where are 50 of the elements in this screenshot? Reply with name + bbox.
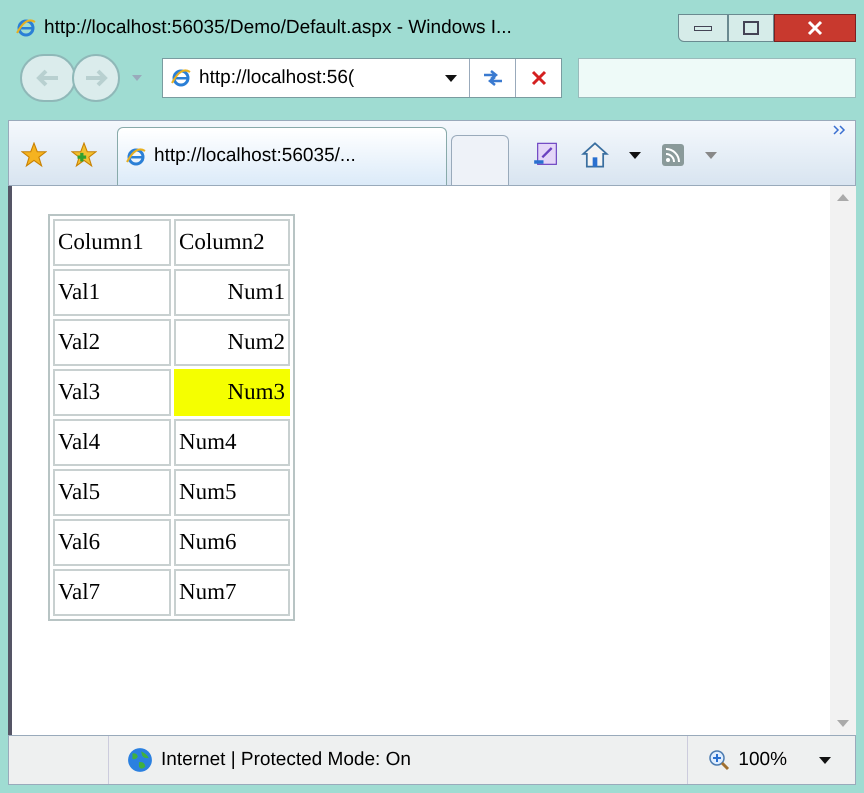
table-cell: Num5 [174,469,290,516]
dropdown-caret-icon[interactable] [629,152,641,158]
address-text: http://localhost:56( [199,66,354,90]
browser-logo-icon [126,146,146,166]
address-field[interactable]: http://localhost:56( [162,58,562,98]
refresh-arrows-icon [482,69,504,87]
table-cell: Val5 [53,469,171,516]
table-cell: Val3 [53,369,171,416]
forward-button[interactable] [72,54,120,102]
table-cell: Num2 [174,319,290,366]
browser-tab[interactable]: http://localhost:56035/... [117,127,447,185]
table-cell: Num3 [174,369,290,416]
forward-arrow-icon [84,68,108,88]
table-cell: Val4 [53,419,171,466]
column-header: Column2 [174,219,290,266]
dropdown-caret-icon[interactable] [445,74,457,82]
rss-feed-icon[interactable] [661,143,685,167]
table-cell: Num4 [174,419,290,466]
table-cell: Val2 [53,319,171,366]
table-cell: Num1 [174,269,290,316]
security-zone-text: Internet | Protected Mode: On [161,748,411,772]
table-cell: Val1 [53,269,171,316]
globe-icon [127,747,153,773]
back-button[interactable] [20,54,76,102]
window-title: http://localhost:56035/Demo/Default.aspx - Windows I... [44,16,512,40]
minimize-button[interactable] [678,14,728,42]
search-field[interactable] [578,58,856,98]
table-cell: Num6 [174,519,290,566]
scrollbar[interactable] [830,186,856,735]
new-tab-button[interactable] [451,135,509,185]
star-icon[interactable] [21,142,47,168]
column-header: Column1 [53,219,171,266]
maximize-button[interactable] [728,14,774,42]
back-arrow-icon [36,68,60,88]
close-button[interactable] [774,14,856,42]
add-favorite-icon[interactable] [71,142,97,168]
browser-logo-icon [171,68,191,88]
table-cell: Val7 [53,569,171,616]
chevron-icon[interactable] [833,125,847,135]
home-icon[interactable] [581,141,609,169]
zoom-magnifier-icon [708,749,730,771]
browser-logo-icon [16,18,36,38]
dropdown-caret-icon[interactable] [819,756,831,764]
close-icon [530,70,546,86]
scroll-down-icon[interactable] [837,720,849,727]
scroll-up-icon[interactable] [837,194,849,201]
table-cell: Num7 [174,569,290,616]
zoom-level-text[interactable]: 100% [738,746,787,774]
close-icon [807,20,823,36]
table-cell: Val6 [53,519,171,566]
